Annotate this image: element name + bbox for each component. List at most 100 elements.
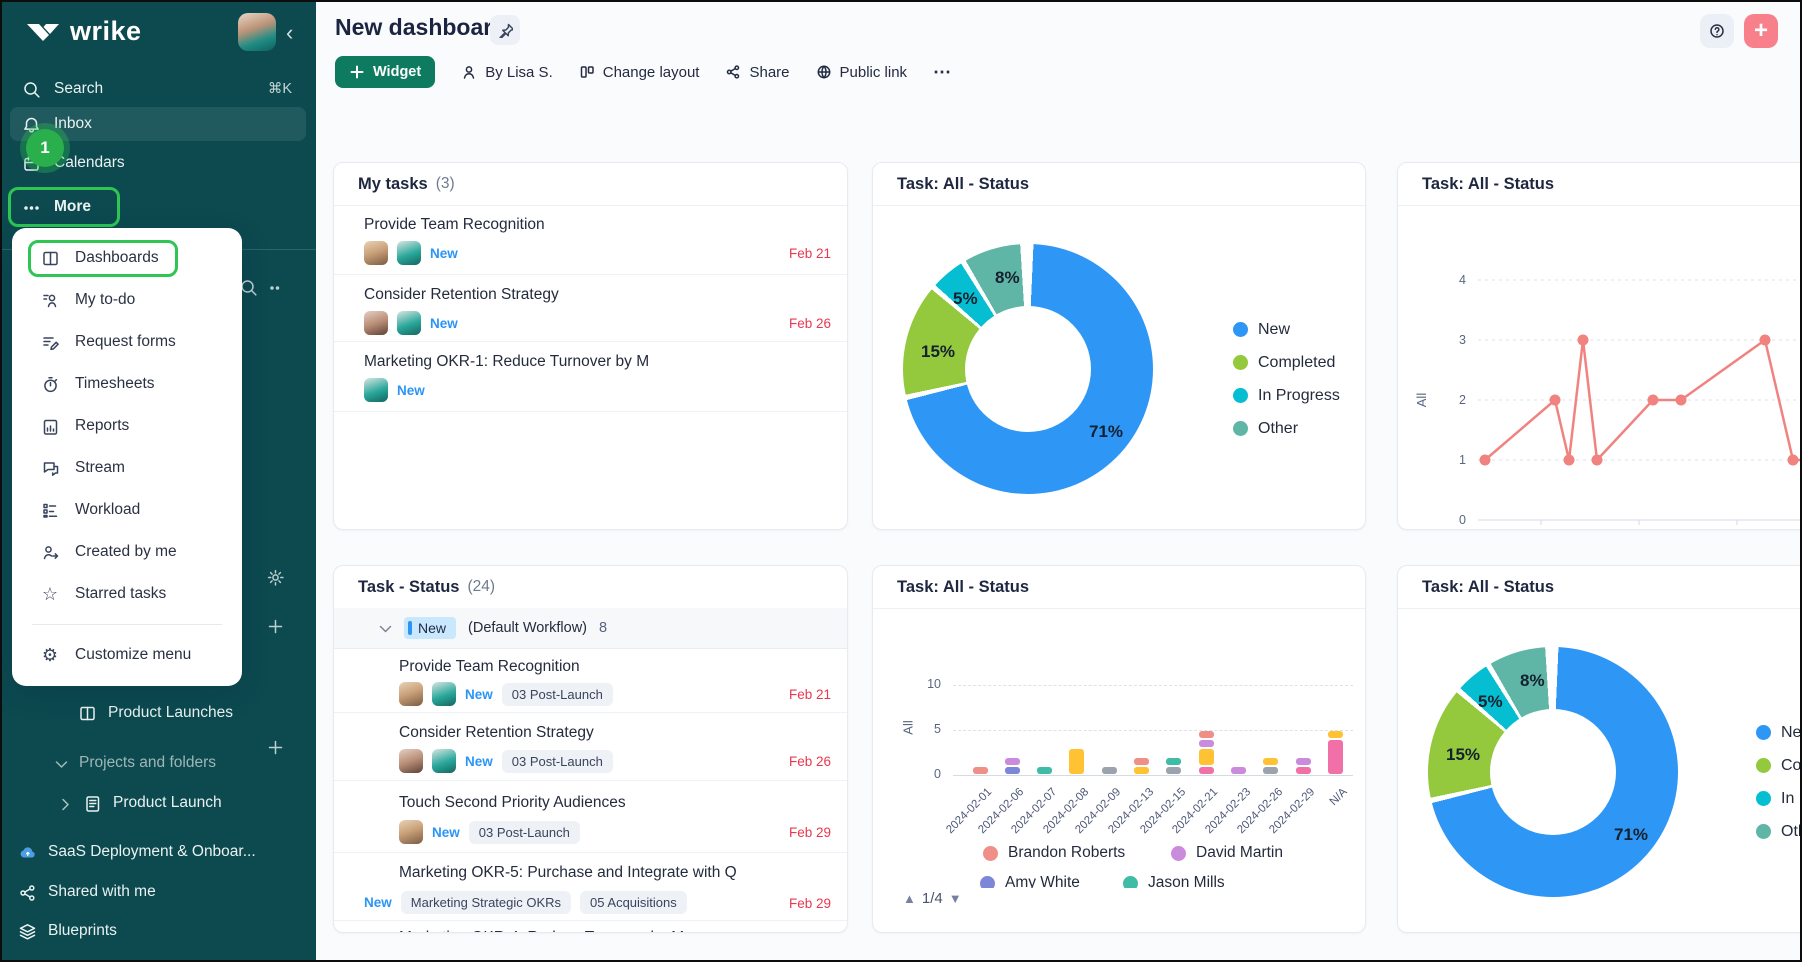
avatar[interactable] [399, 820, 423, 844]
menu-item-starred-tasks[interactable]: ☆ Starred tasks [12, 573, 242, 615]
donut-label: 5% [953, 289, 978, 309]
task-status-link[interactable]: New [397, 383, 425, 398]
sidebar-search[interactable]: Search ⌘K [10, 72, 306, 106]
author-button[interactable]: By Lisa S. [461, 64, 553, 81]
avatar[interactable] [397, 241, 421, 265]
workload-icon [40, 500, 60, 520]
menu-item-label: Workload [75, 501, 140, 519]
widget-header: Task: All - Status [1398, 163, 1802, 206]
toolbar-more-button[interactable]: ⋯ [933, 62, 953, 83]
task-row[interactable]: Marketing OKR-5: Purchase and Integrate … [334, 853, 847, 921]
menu-item-label: My to-do [75, 291, 135, 309]
legend-label: In Progress [1781, 790, 1802, 808]
avatar[interactable] [364, 311, 388, 335]
task-row[interactable]: Provide Team Recognition New Feb 21 [334, 205, 847, 275]
project-tag[interactable]: Marketing Strategic OKRs [401, 891, 571, 914]
pin-dashboard-button[interactable] [490, 15, 520, 45]
sidebar-item-blueprints[interactable]: Blueprints [18, 914, 117, 948]
legend-item: David Martin [1171, 844, 1283, 862]
menu-item-request-forms[interactable]: Request forms [12, 321, 242, 363]
tree-item-label: Product Launch [113, 794, 222, 812]
add-widget-button[interactable]: Widget [335, 56, 435, 88]
project-tag[interactable]: 03 Post-Launch [502, 683, 613, 706]
avatar[interactable] [399, 682, 423, 706]
task-title: Marketing OKR-5: Purchase and Integrate … [399, 864, 737, 882]
project-tag[interactable]: 03 Post-Launch [502, 750, 613, 773]
project-tag[interactable]: 03 Post-Launch [469, 821, 580, 844]
pager-down-icon[interactable]: ▼ [949, 891, 962, 906]
group-count: 8 [599, 620, 607, 636]
tree-section-label: Projects and folders [79, 754, 216, 772]
legend-item: Completed [1756, 749, 1802, 782]
menu-item-timesheets[interactable]: Timesheets [12, 363, 242, 405]
wrike-logo[interactable]: wrike [26, 16, 142, 47]
legend-label: New [1781, 724, 1802, 742]
widget-header: Task: All - Status [873, 566, 1365, 609]
menu-item-created-by-me[interactable]: Created by me [12, 531, 242, 573]
donut-legend: New Completed In Progress Other [1233, 313, 1340, 445]
add-project-icon[interactable] [266, 738, 285, 757]
sidebar-item-product-launch[interactable]: Product Launch [56, 786, 222, 820]
collapse-sidebar-icon[interactable]: ‹ [286, 20, 293, 46]
avatar[interactable] [432, 749, 456, 773]
donut-label: 71% [1614, 825, 1648, 845]
sidebar-item-product-launches[interactable]: Product Launches [78, 696, 233, 730]
avatar[interactable] [364, 241, 388, 265]
sidebar-item-shared-with-me[interactable]: Shared with me [18, 875, 156, 909]
task-status-link[interactable]: New [465, 687, 493, 702]
menu-item-my-to-do[interactable]: My to-do [12, 279, 242, 321]
avatar[interactable] [432, 682, 456, 706]
avatar[interactable] [364, 378, 388, 402]
legend-dot [1756, 758, 1771, 773]
menu-item-label: Starred tasks [75, 585, 166, 603]
widget-status-donut-2: Task: All - Status 71% 15% 5% 8% New Com… [1397, 565, 1802, 933]
sidebar-section-projects-and-folders[interactable]: Projects and folders [52, 746, 216, 780]
user-avatar[interactable] [238, 13, 276, 51]
help-button[interactable] [1700, 14, 1734, 48]
task-row[interactable]: Touch Second Priority Audiences New 03 P… [334, 781, 847, 853]
donut-hole [965, 306, 1091, 432]
space-add-icon[interactable] [266, 617, 285, 636]
task-status-link[interactable]: New [364, 895, 392, 910]
menu-item-customize-menu[interactable]: ⚙ Customize menu [12, 634, 242, 676]
task-status-link[interactable]: New [430, 246, 458, 261]
menu-item-workload[interactable]: Workload [12, 489, 242, 531]
avatar[interactable] [399, 749, 423, 773]
avatar[interactable] [397, 311, 421, 335]
task-status-link[interactable]: New [430, 316, 458, 331]
bar-legend: Brandon Roberts David Martin Amy White J… [873, 834, 1366, 888]
change-layout-button[interactable]: Change layout [579, 64, 700, 81]
status-group-row[interactable]: New (Default Workflow) 8 [334, 608, 847, 649]
sidebar-item-label: Inbox [54, 115, 92, 133]
menu-item-stream[interactable]: Stream [12, 447, 242, 489]
legend-label: Amy White [1005, 874, 1080, 888]
legend-label: David Martin [1196, 844, 1283, 862]
share-button[interactable]: Share [725, 64, 789, 81]
task-status-link[interactable]: New [432, 825, 460, 840]
task-status-link[interactable]: New [465, 754, 493, 769]
menu-item-reports[interactable]: Reports [12, 405, 242, 447]
task-row[interactable]: Consider Retention Strategy New 03 Post-… [334, 713, 847, 781]
task-row[interactable]: Consider Retention Strategy New Feb 26 [334, 275, 847, 342]
task-row[interactable]: Marketing OKR-1: Reduce Turnover by M Ne… [334, 342, 847, 412]
widget-title: Task: All - Status [897, 175, 1029, 194]
legend-dot [980, 876, 995, 889]
spaces-options-icon[interactable] [268, 278, 287, 297]
space-settings-gear-icon[interactable] [266, 568, 285, 587]
public-link-button[interactable]: Public link [816, 64, 908, 81]
tree-item-label: Product Launches [108, 704, 233, 722]
menu-item-label: Timesheets [75, 375, 155, 393]
globe-icon [816, 64, 832, 80]
svg-text:4: 4 [1459, 273, 1466, 287]
project-tag[interactable]: 05 Acquisitions [580, 891, 687, 914]
task-due-date: Feb 21 [789, 687, 831, 702]
pager-up-icon[interactable]: ▲ [903, 891, 916, 906]
share-label: Share [749, 64, 789, 81]
add-new-button[interactable]: + [1744, 14, 1778, 48]
task-row[interactable]: Provide Team Recognition New 03 Post-Lau… [334, 649, 847, 713]
legend-item: New [1756, 716, 1802, 749]
sidebar-item-saas-space[interactable]: SaaS Deployment & Onboar... [18, 835, 256, 869]
menu-item-label: Stream [75, 459, 125, 477]
annotation-step-badge: 1 [26, 129, 64, 167]
task-row-partial[interactable]: Marketing OKR-4: Reduce Turnover by M [334, 921, 847, 933]
